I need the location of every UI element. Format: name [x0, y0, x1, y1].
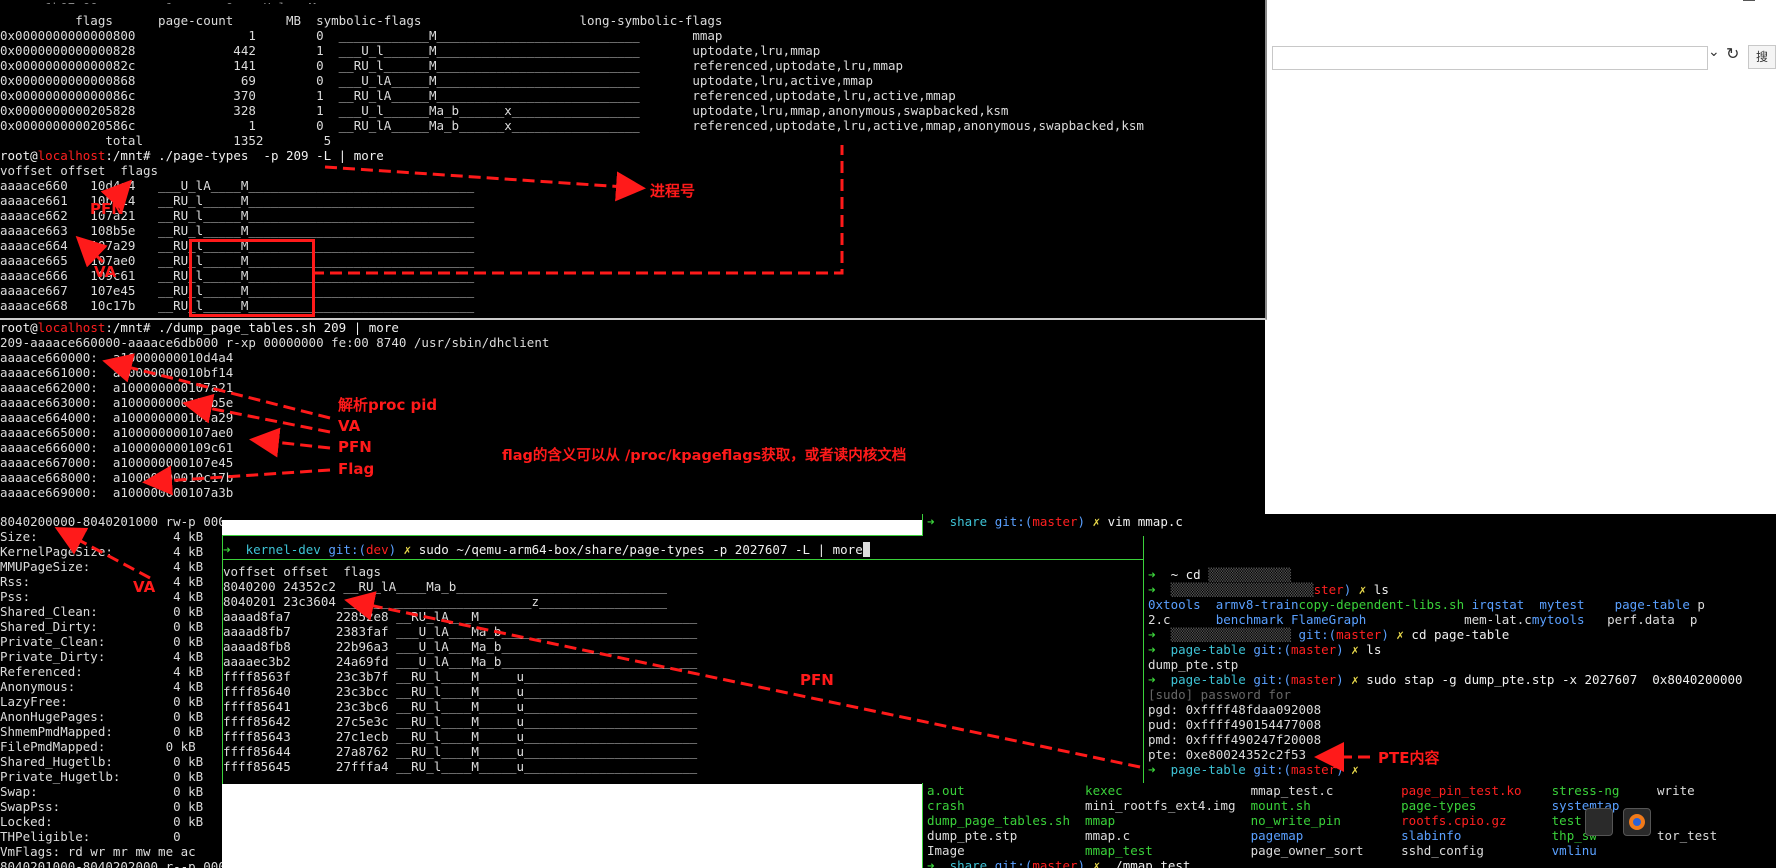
arrow-va-top — [75, 235, 108, 268]
arrow-pfn-top — [100, 179, 133, 212]
annotation-pid: 进程号 — [650, 182, 696, 200]
annotation-flag-mid: Flag — [338, 460, 375, 478]
annotation-va-mid: VA — [338, 417, 361, 435]
annotation-parse-pid: 解析proc pid — [338, 396, 438, 414]
annotation-pte-content: PTE内容 — [1378, 749, 1440, 767]
annotation-arrows — [54, 145, 1370, 772]
arrow-flags-link — [312, 145, 844, 275]
annotation-pfn-mid: PFN — [338, 438, 372, 456]
arrow-pid — [324, 165, 646, 202]
arrow-va-bottom — [54, 527, 151, 580]
arrow-flag-mid — [142, 465, 331, 496]
annotation-pfn-bottom: PFN — [800, 671, 834, 689]
annotation-flag-note: flag的含义可以从 /proc/kpageflags获取，或者读内核文档 — [502, 448, 907, 464]
annotation-pfn-top: PFN — [90, 200, 124, 218]
arrow-va-mid — [182, 393, 331, 434]
arrow-pfn-bottom — [344, 591, 1141, 769]
arrow-pfn-mid — [249, 427, 331, 458]
annotation-va-top: VA — [94, 263, 117, 281]
annotation-va-bottom: VA — [133, 578, 156, 596]
